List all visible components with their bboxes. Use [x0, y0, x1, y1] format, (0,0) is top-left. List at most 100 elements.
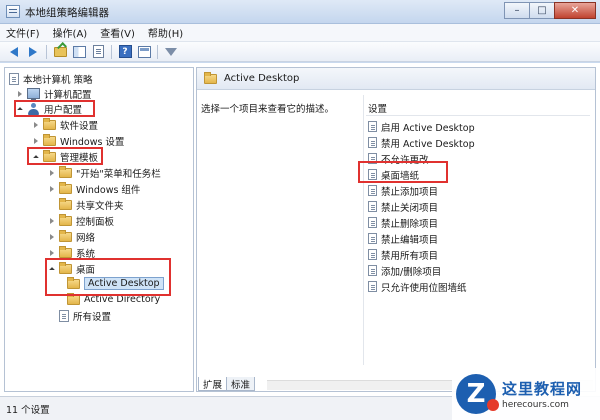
menu-file[interactable]: 文件(F): [0, 25, 47, 40]
highlight-active-desktop: [45, 258, 171, 296]
folder-icon: [43, 133, 56, 146]
expand-toggle[interactable]: [31, 136, 40, 145]
title-bar[interactable]: 本地组策略编辑器 – □ ✕: [0, 0, 600, 24]
settings-column-header[interactable]: 设置: [368, 101, 387, 115]
site-watermark: Z 这里教程网 herecours.com: [452, 368, 600, 420]
menu-view[interactable]: 查看(V): [94, 25, 142, 40]
tree-item-shared-folders[interactable]: 共享文件夹: [47, 197, 124, 212]
export-list-button[interactable]: [90, 44, 106, 60]
setting-icon: [368, 249, 377, 260]
maximize-button[interactable]: □: [529, 2, 555, 19]
tree-pane[interactable]: 本地计算机 策略 计算机配置 用户配置 软件设置 Windows 设置 管理模板…: [4, 67, 194, 392]
header-divider: [366, 115, 590, 116]
setting-label: 禁止关闭项目: [381, 202, 439, 214]
setting-label: 禁止添加项目: [381, 186, 439, 198]
close-button[interactable]: ✕: [554, 2, 596, 19]
tree-item-network[interactable]: 网络: [47, 229, 95, 244]
expand-toggle[interactable]: [47, 248, 56, 257]
setting-row[interactable]: 禁用所有项目: [368, 247, 438, 262]
expand-toggle[interactable]: [15, 89, 24, 98]
menu-action[interactable]: 操作(A): [47, 25, 95, 40]
folder-icon: [59, 213, 72, 226]
expand-toggle[interactable]: [47, 184, 56, 193]
chevron-right-icon: [33, 121, 38, 128]
setting-label: 禁用 Active Desktop: [381, 138, 475, 150]
setting-row[interactable]: 只允许使用位图墙纸: [368, 279, 467, 294]
tree-item-windows-components[interactable]: Windows 组件: [47, 181, 140, 196]
filter-button[interactable]: [163, 44, 179, 60]
back-button[interactable]: [6, 44, 22, 60]
toolbar: ?: [0, 42, 600, 62]
setting-icon: [368, 201, 377, 212]
setting-row[interactable]: 启用 Active Desktop: [368, 119, 475, 134]
properties-button[interactable]: [136, 44, 152, 60]
setting-icon: [368, 185, 377, 196]
show-hide-tree-icon: [72, 45, 86, 58]
computer-icon: [27, 88, 40, 101]
tree-item-all-settings[interactable]: 所有设置: [47, 308, 111, 323]
tab-standard[interactable]: 标准: [226, 377, 256, 391]
toolbar-separator: [157, 44, 158, 59]
setting-row[interactable]: 禁止添加项目: [368, 183, 438, 198]
description-text: 选择一个项目来查看它的描述。: [201, 104, 335, 115]
chevron-right-icon: [49, 233, 54, 240]
setting-icon: [368, 265, 377, 276]
setting-icon: [368, 217, 377, 228]
folder-icon: [67, 292, 80, 305]
highlight-user-config: [14, 100, 95, 117]
policy-doc-icon: [9, 72, 19, 85]
toolbar-separator: [111, 44, 112, 59]
watermark-url: herecours.com: [502, 400, 569, 410]
folder-icon: [59, 197, 72, 210]
chevron-right-icon: [49, 185, 54, 192]
expand-toggle[interactable]: [47, 232, 56, 241]
setting-row[interactable]: 添加/删除项目: [368, 263, 441, 278]
tree-label: 所有设置: [73, 311, 112, 323]
highlight-desktop-wallpaper: [358, 161, 448, 183]
folder-icon: [59, 181, 72, 194]
tree-item-control-panel[interactable]: 控制面板: [47, 213, 114, 228]
setting-icon: [368, 281, 377, 292]
chevron-right-icon: [49, 217, 54, 224]
setting-label: 添加/删除项目: [381, 266, 442, 278]
tree-item-windows-settings[interactable]: Windows 设置: [31, 133, 124, 148]
tab-extended[interactable]: 扩展: [198, 377, 228, 391]
chevron-right-icon: [49, 249, 54, 256]
setting-row[interactable]: 禁用 Active Desktop: [368, 135, 475, 150]
expand-toggle[interactable]: [47, 168, 56, 177]
setting-row[interactable]: 禁止删除项目: [368, 215, 438, 230]
main-content: 本地计算机 策略 计算机配置 用户配置 软件设置 Windows 设置 管理模板…: [0, 63, 600, 396]
watermark-title: 这里教程网: [502, 380, 583, 398]
tree-item-root[interactable]: 本地计算机 策略: [9, 71, 93, 86]
setting-label: 只允许使用位图墙纸: [381, 282, 467, 294]
tree-item-software-settings[interactable]: 软件设置: [31, 117, 98, 132]
tree-label: Windows 设置: [60, 136, 125, 148]
toolbar-separator: [46, 44, 47, 59]
details-header: Active Desktop: [197, 68, 595, 90]
filter-icon: [165, 47, 177, 56]
up-level-button[interactable]: [52, 44, 68, 60]
window-title: 本地组策略编辑器: [25, 7, 109, 19]
setting-row[interactable]: 禁止关闭项目: [368, 199, 438, 214]
folder-icon: [43, 117, 56, 130]
tree-item-computer-config[interactable]: 计算机配置: [15, 86, 92, 101]
tree-label: "开始"菜单和任务栏: [76, 168, 161, 180]
tree-label: 本地计算机 策略: [23, 74, 93, 86]
setting-row[interactable]: 禁止编辑项目: [368, 231, 438, 246]
minimize-button[interactable]: –: [504, 2, 530, 19]
highlight-admin-templates: [27, 147, 103, 165]
folder-icon: [59, 245, 72, 258]
tree-item-start-menu-taskbar[interactable]: "开始"菜单和任务栏: [47, 165, 161, 180]
show-tree-button[interactable]: [71, 44, 87, 60]
menu-help[interactable]: 帮助(H): [142, 25, 190, 40]
setting-label: 禁止删除项目: [381, 218, 439, 230]
chevron-right-icon: [17, 90, 22, 97]
tree-label: 共享文件夹: [76, 200, 124, 212]
help-button[interactable]: ?: [117, 44, 133, 60]
tree-label: 控制面板: [76, 216, 115, 228]
expand-toggle[interactable]: [31, 120, 40, 129]
expand-toggle[interactable]: [47, 216, 56, 225]
details-pane: Active Desktop 选择一个项目来查看它的描述。 设置 启用 Acti…: [196, 67, 596, 392]
tree-label: Windows 组件: [76, 184, 141, 196]
forward-button[interactable]: [25, 44, 41, 60]
